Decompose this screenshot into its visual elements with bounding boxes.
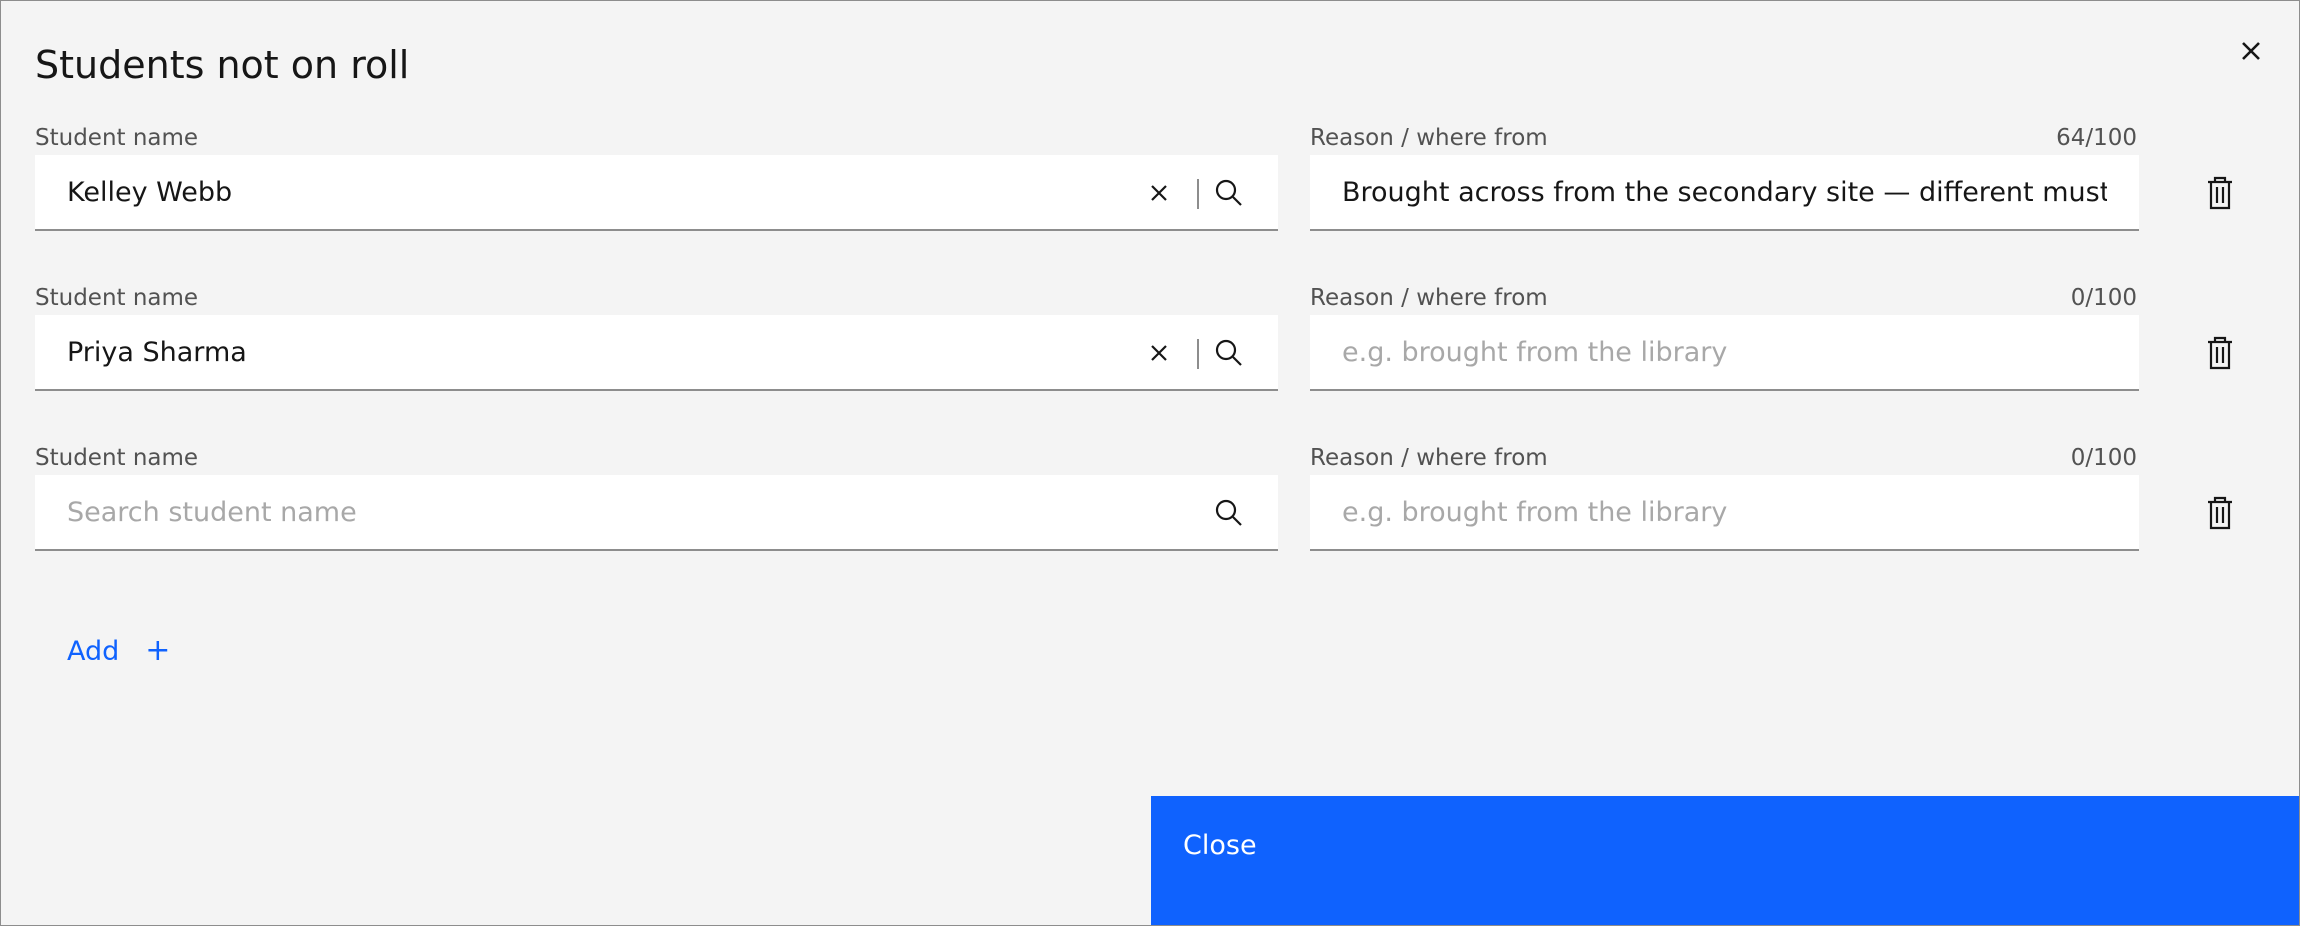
trash-icon[interactable]	[2203, 173, 2237, 213]
reason-char-counter: 64/100	[2056, 125, 2137, 151]
close-button[interactable]: Close	[1151, 796, 2299, 925]
search-icon[interactable]	[1211, 335, 1247, 371]
reason-char-counter: 0/100	[2070, 445, 2137, 471]
reason-label: Reason / where from	[1310, 285, 1548, 311]
student-name-field	[35, 155, 1278, 231]
reason-label: Reason / where from	[1310, 125, 1548, 151]
student-name-field	[35, 315, 1278, 391]
reason-input[interactable]	[1310, 475, 2139, 549]
student-row: Student name Reason / where from 0/100	[1, 283, 2300, 423]
field-divider	[1197, 179, 1199, 209]
reason-label: Reason / where from	[1310, 445, 1548, 471]
reason-char-counter: 0/100	[2070, 285, 2137, 311]
student-name-label: Student name	[35, 285, 199, 311]
trash-icon[interactable]	[2203, 493, 2237, 533]
add-row-button[interactable]: Add +	[67, 631, 170, 671]
student-name-label: Student name	[35, 445, 199, 471]
student-row: Student name Reason / where from 64/100	[1, 123, 2300, 263]
reason-input[interactable]	[1310, 315, 2139, 389]
clear-icon[interactable]	[1143, 337, 1175, 369]
student-name-input[interactable]	[35, 315, 1278, 389]
reason-input[interactable]	[1310, 155, 2139, 229]
student-name-input[interactable]	[35, 475, 1278, 549]
students-not-on-roll-modal: Students not on roll Student name Reason…	[0, 0, 2300, 926]
close-icon[interactable]	[2231, 31, 2271, 71]
student-name-input[interactable]	[35, 155, 1278, 229]
search-icon[interactable]	[1211, 175, 1247, 211]
close-button-label: Close	[1183, 830, 1257, 861]
reason-field	[1310, 315, 2139, 391]
reason-field	[1310, 475, 2139, 551]
clear-icon[interactable]	[1143, 177, 1175, 209]
modal-title: Students not on roll	[35, 43, 410, 87]
field-divider	[1197, 339, 1199, 369]
student-row: Student name Reason / where from 0/100	[1, 443, 2300, 583]
add-label: Add	[67, 635, 120, 667]
student-name-field	[35, 475, 1278, 551]
search-icon[interactable]	[1211, 495, 1247, 531]
trash-icon[interactable]	[2203, 333, 2237, 373]
plus-icon: +	[145, 633, 171, 668]
student-name-label: Student name	[35, 125, 199, 151]
reason-field	[1310, 155, 2139, 231]
